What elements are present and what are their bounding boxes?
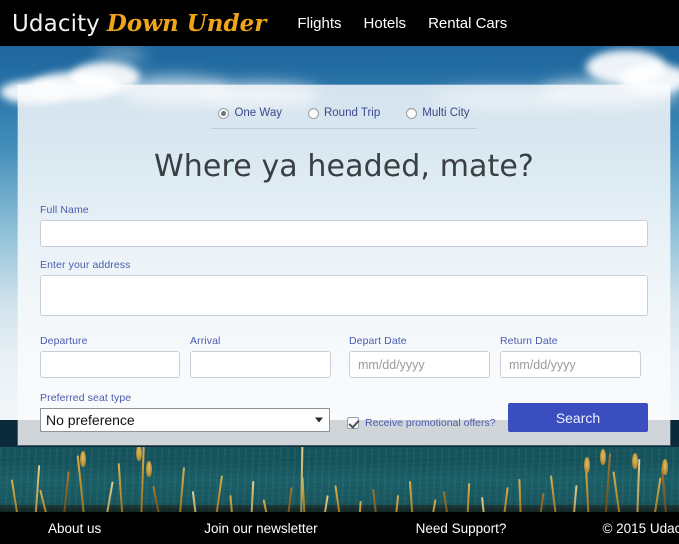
label-seat-type: Preferred seat type — [40, 392, 132, 404]
page-root: Udacity Down Under Flights Hotels Rental… — [0, 0, 679, 544]
nav-link-hotels[interactable]: Hotels — [364, 15, 407, 32]
radio-label-one-way: One Way — [234, 107, 282, 119]
promo-checkbox-group[interactable]: Receive promotional offers? — [347, 417, 496, 429]
radio-icon-one-way[interactable] — [218, 107, 230, 119]
top-navigation-bar: Udacity Down Under Flights Hotels Rental… — [0, 0, 679, 46]
trip-mode-radio-group: One Way Round Trip Multi City — [18, 85, 670, 119]
booking-form-panel: One Way Round Trip Multi City Where ya h… — [18, 85, 670, 445]
seat-type-select-wrapper: No preference — [40, 408, 330, 432]
footer-link-support[interactable]: Need Support? — [416, 521, 507, 536]
return-date-group: Return Date — [500, 335, 641, 378]
trip-details-row: Departure Arrival Depart Date Return Dat… — [40, 335, 648, 378]
label-return-date: Return Date — [500, 335, 558, 347]
radio-option-round-trip[interactable]: Round Trip — [307, 107, 381, 119]
label-departure: Departure — [40, 335, 88, 347]
address-textarea[interactable] — [40, 275, 648, 316]
preferences-row: Preferred seat type No preference Receiv… — [40, 392, 648, 432]
search-form: Full Name Enter your address Departure A… — [18, 204, 670, 432]
nav-link-rental-cars[interactable]: Rental Cars — [428, 15, 507, 32]
logo-primary-text: Udacity — [12, 10, 100, 37]
nav-link-flights[interactable]: Flights — [297, 15, 341, 32]
seat-type-group: Preferred seat type No preference — [40, 392, 330, 432]
departure-group: Departure — [40, 335, 180, 378]
cloud-shape — [96, 48, 146, 64]
search-button[interactable]: Search — [508, 403, 648, 432]
radio-label-multi-city: Multi City — [422, 107, 470, 119]
label-arrival: Arrival — [190, 335, 221, 347]
radio-icon-multi-city[interactable] — [406, 107, 418, 119]
depart-date-input[interactable] — [349, 351, 490, 378]
radio-label-round-trip: Round Trip — [323, 107, 381, 119]
page-title: Where ya headed, mate? — [154, 149, 534, 184]
depart-date-group: Depart Date — [349, 335, 490, 378]
site-footer: About us Join our newsletter Need Suppor… — [0, 512, 679, 544]
radio-option-one-way[interactable]: One Way — [218, 107, 282, 119]
arrival-group: Arrival — [190, 335, 331, 378]
checkbox-icon-promotional-offers[interactable] — [347, 417, 359, 429]
promo-checkbox-label: Receive promotional offers? — [365, 417, 496, 429]
return-date-input[interactable] — [500, 351, 641, 378]
departure-input[interactable] — [40, 351, 180, 378]
primary-nav: Flights Hotels Rental Cars — [297, 15, 507, 32]
section-divider — [211, 128, 477, 129]
label-depart-date: Depart Date — [349, 335, 407, 347]
arrival-input[interactable] — [190, 351, 331, 378]
logo-accent-text: Down Under — [106, 9, 267, 37]
radio-option-multi-city[interactable]: Multi City — [406, 107, 470, 119]
footer-link-about-us[interactable]: About us — [48, 521, 101, 536]
label-address: Enter your address — [40, 259, 131, 271]
site-logo[interactable]: Udacity Down Under — [12, 10, 266, 37]
seat-type-select[interactable]: No preference — [40, 408, 330, 432]
label-full-name: Full Name — [40, 204, 89, 216]
footer-link-newsletter[interactable]: Join our newsletter — [204, 521, 317, 536]
full-name-input[interactable] — [40, 220, 648, 247]
footer-copyright: © 2015 Udacity — [602, 520, 679, 536]
radio-icon-round-trip[interactable] — [307, 107, 319, 119]
